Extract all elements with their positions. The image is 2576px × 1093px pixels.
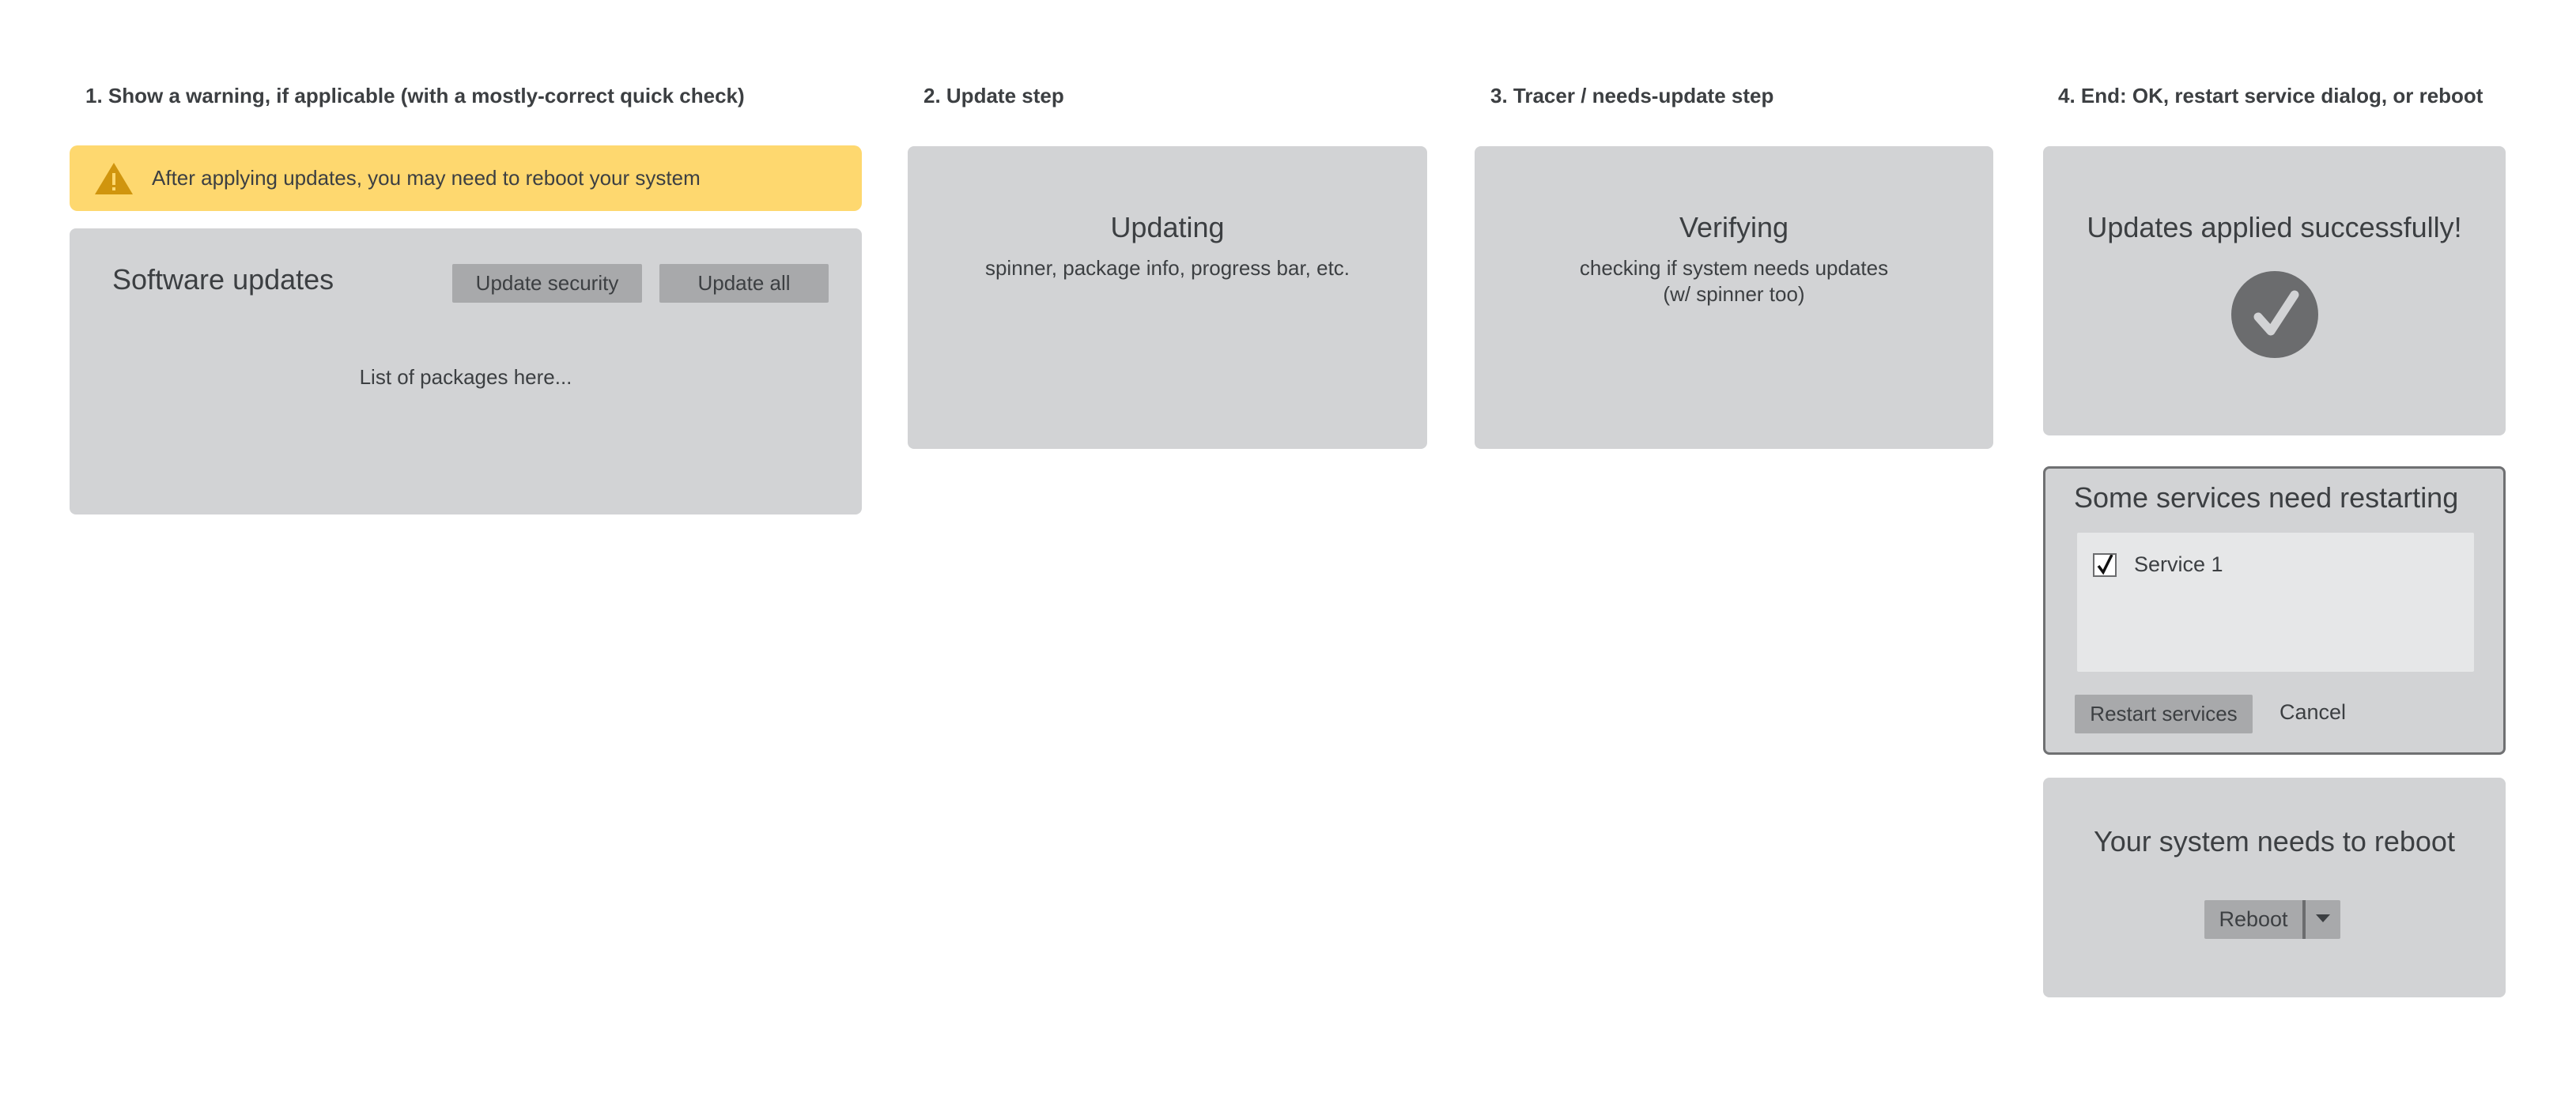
updating-description: spinner, package info, progress bar, etc… [984, 256, 1350, 280]
software-updates-title: Software updates [112, 263, 334, 296]
verifying-panel: Verifying checking if system needs updat… [1475, 146, 1993, 449]
success-title: Updates applied successfully! [2087, 211, 2462, 243]
service-1-checkbox[interactable] [2093, 553, 2117, 577]
step1-heading: 1. Show a warning, if applicable (with a… [85, 84, 745, 107]
reboot-warning-alert: After applying updates, you may need to … [70, 145, 862, 211]
reboot-button[interactable]: Reboot [2204, 900, 2302, 939]
updating-panel: Updating spinner, package info, progress… [908, 146, 1427, 449]
step4-heading: 4. End: OK, restart service dialog, or r… [2058, 84, 2483, 107]
reboot-toggle-button[interactable] [2306, 900, 2340, 939]
restart-services-button[interactable]: Restart services [2075, 695, 2253, 733]
service-list: Service 1 [2077, 533, 2474, 672]
warning-triangle-icon [93, 161, 134, 196]
reboot-title: Your system needs to reboot [2094, 825, 2455, 857]
verifying-description-line2: (w/ spinner too) [1663, 282, 1805, 306]
update-security-button[interactable]: Update security [452, 264, 642, 303]
cancel-button[interactable]: Cancel [2279, 700, 2346, 725]
verifying-description-line1: checking if system needs updates [1579, 256, 1889, 280]
restart-dialog-title: Some services need restarting [2074, 481, 2459, 514]
restart-services-dialog: Some services need restarting Service 1 … [2043, 466, 2506, 755]
service-1-label: Service 1 [2134, 552, 2223, 576]
reboot-panel: Your system needs to reboot [2043, 778, 2506, 997]
caret-down-icon [2315, 913, 2331, 927]
verifying-title: Verifying [1679, 211, 1789, 243]
package-list-placeholder: List of packages here... [359, 365, 572, 389]
reboot-split-button: Reboot [2204, 900, 2340, 939]
software-updates-panel: Software updates Update security Update … [70, 228, 862, 514]
step3-heading: 3. Tracer / needs-update step [1490, 84, 1774, 107]
update-all-button[interactable]: Update all [659, 264, 829, 303]
check-circle-icon [2231, 271, 2318, 358]
warning-text: After applying updates, you may need to … [152, 166, 701, 190]
updating-title: Updating [1110, 211, 1225, 243]
step2-heading: 2. Update step [924, 84, 1064, 107]
